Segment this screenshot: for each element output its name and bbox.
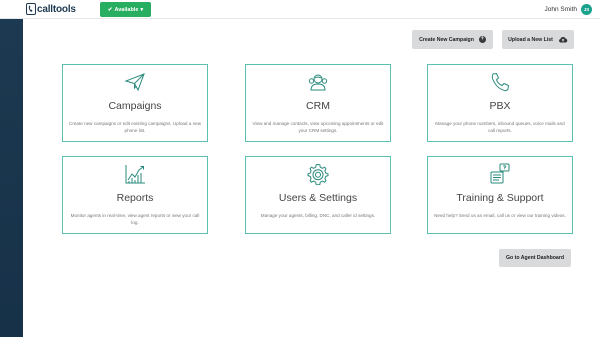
create-campaign-label: Create New Campaign: [419, 36, 474, 43]
card-description: Manage your agents, billing, DNC, and ca…: [260, 213, 376, 218]
card-title: Users & Settings: [278, 192, 358, 204]
card-crm[interactable]: CRM View and manage contacts, view upcom…: [245, 64, 391, 142]
card-description: Create new campaigns or edit existing ca…: [69, 121, 202, 133]
gear-icon: [246, 163, 390, 185]
card-title: Reports: [116, 192, 154, 204]
chart-icon: [63, 163, 207, 185]
status-label: Available: [114, 6, 139, 13]
support-icon: [428, 163, 572, 185]
card-users-settings[interactable]: Users & Settings Manage your agents, bil…: [245, 156, 391, 234]
user-name: John Smith: [544, 6, 577, 13]
contacts-icon: [246, 71, 390, 93]
phone-icon: [428, 71, 572, 93]
card-description: Manage your phone numbers, inbound queue…: [435, 121, 565, 133]
card-title: PBX: [489, 100, 511, 112]
logo-text: calltools: [37, 3, 76, 15]
agent-dashboard-label: Go to Agent Dashboard: [505, 255, 565, 261]
card-description: Monitor agents in real-time, view agent …: [70, 213, 200, 225]
user-menu[interactable]: John Smith JS: [544, 4, 592, 15]
sidebar: [0, 0, 23, 337]
card-training-support[interactable]: Training & Support Need help? Send us an…: [427, 156, 573, 234]
top-bar: calltools ✔ Available ▾ John Smith JS: [0, 0, 600, 19]
paper-plane-icon: [63, 71, 207, 93]
card-reports[interactable]: Reports Monitor agents in real-time, vie…: [62, 156, 208, 234]
card-title: CRM: [306, 100, 330, 112]
card-campaigns[interactable]: Campaigns Create new campaigns or edit e…: [62, 64, 208, 142]
card-description: Need help? Send us an email, call us or …: [434, 213, 566, 218]
card-title: Training & Support: [456, 192, 544, 204]
phone-logo-icon: [26, 3, 36, 15]
card-title: Campaigns: [108, 100, 162, 112]
logo[interactable]: calltools: [26, 3, 76, 15]
upload-list-button[interactable]: Upload a New List: [502, 30, 574, 49]
caret-down-icon: ▾: [140, 6, 144, 13]
create-campaign-button[interactable]: Create New Campaign +: [412, 30, 493, 49]
status-dropdown-button[interactable]: ✔ Available ▾: [100, 2, 151, 17]
plus-circle-icon: +: [478, 36, 486, 43]
cloud-upload-icon: [558, 37, 568, 43]
card-pbx[interactable]: PBX Manage your phone numbers, inbound q…: [427, 64, 573, 142]
upload-list-label: Upload a New List: [508, 36, 553, 43]
agent-dashboard-button[interactable]: Go to Agent Dashboard: [499, 249, 571, 267]
avatar[interactable]: JS: [581, 4, 592, 15]
check-icon: ✔: [107, 6, 113, 13]
card-description: View and manage contacts, view upcoming …: [252, 121, 384, 133]
